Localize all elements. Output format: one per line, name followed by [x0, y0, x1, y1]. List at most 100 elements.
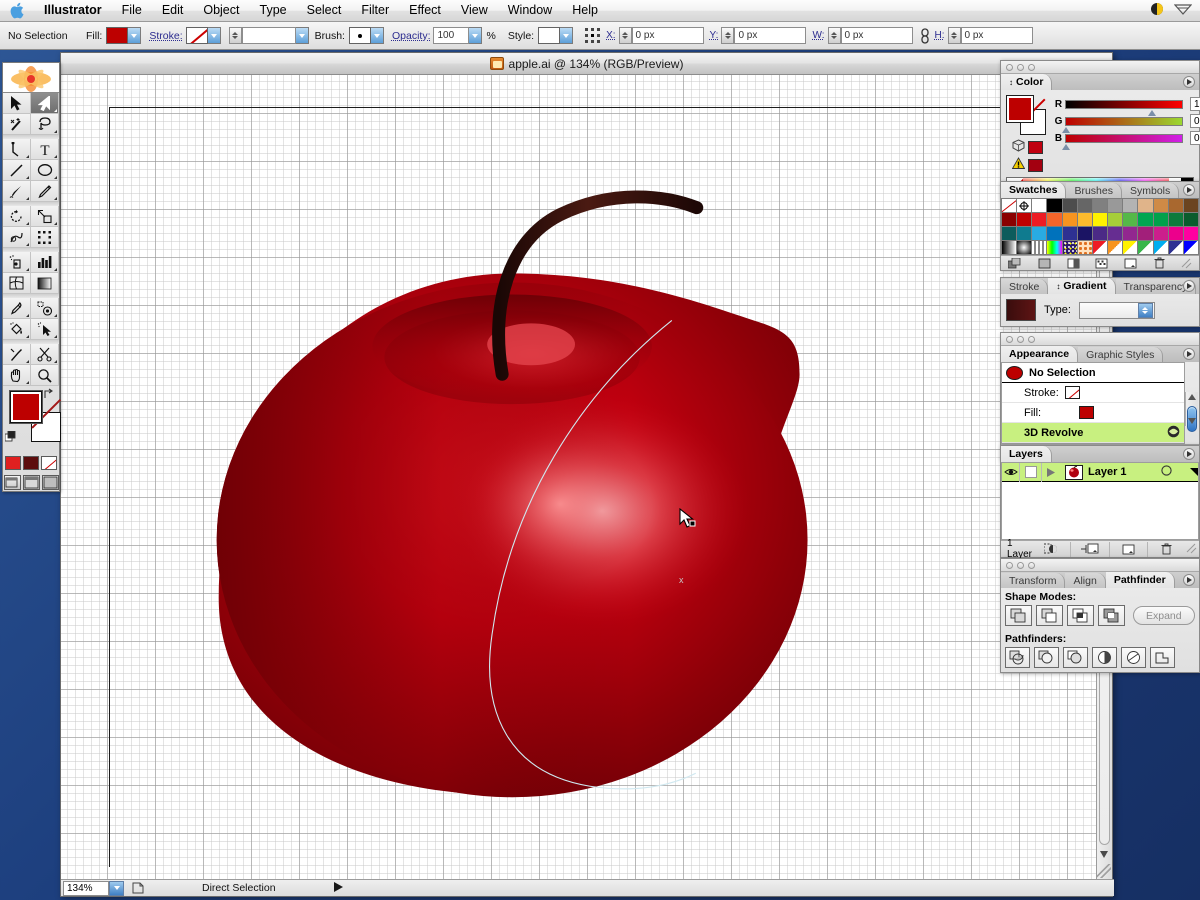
appearance-row-no-selection[interactable]: No Selection [1002, 363, 1184, 383]
appearance-list[interactable]: No Selection Stroke: Fill: 3D Revolve [1001, 362, 1185, 444]
w-field[interactable]: 0 px [840, 27, 913, 44]
add-to-shape-area-button[interactable] [1005, 605, 1032, 626]
stroke-dropdown-arrow[interactable] [207, 27, 221, 44]
direct-selection-tool[interactable] [31, 93, 59, 114]
swatch-teal[interactable] [1017, 227, 1032, 240]
delete-swatch-button[interactable] [1152, 257, 1168, 269]
zoom-level-field[interactable]: 134% [63, 880, 109, 896]
slice-tool[interactable] [3, 344, 31, 365]
tab-layers[interactable]: Layers [1001, 446, 1052, 462]
b-slider-track[interactable] [1062, 133, 1183, 150]
tab-align[interactable]: Align [1065, 573, 1106, 588]
gradient-type-select[interactable] [1078, 301, 1155, 319]
gradient-type-select-arrows[interactable] [1137, 302, 1153, 318]
full-screen-with-menu-mode-button[interactable] [22, 475, 40, 490]
g-slider-thumb[interactable] [1062, 126, 1070, 133]
color-fill-swatch[interactable] [1006, 95, 1034, 123]
swatch-gradient-red[interactable] [1092, 241, 1108, 254]
pathfinder-palette-menu-button[interactable] [1183, 574, 1195, 586]
stroke-swatch-none[interactable] [185, 27, 208, 44]
selection-tool[interactable] [3, 93, 31, 114]
swatch-black[interactable] [1047, 199, 1062, 212]
brush-control[interactable] [348, 27, 384, 44]
opacity-control[interactable]: 100 [433, 27, 483, 44]
swatch-plum[interactable] [1138, 227, 1153, 240]
swatch-dark-brown[interactable] [1183, 199, 1198, 212]
trim-button[interactable] [1034, 647, 1059, 668]
document-title-bar[interactable]: apple.ai @ 134% (RGB/Preview) [61, 53, 1112, 75]
swatch-yellow-green[interactable] [1108, 213, 1123, 226]
tab-symbols[interactable]: Symbols [1121, 183, 1180, 198]
x-stepper[interactable] [618, 27, 632, 44]
stroke-weight-field[interactable] [241, 27, 296, 44]
appearance-scroll-down[interactable] [1186, 418, 1198, 424]
appearance-row-3d-revolve[interactable]: 3D Revolve [1002, 423, 1184, 443]
color-fill-stroke-proxy[interactable] [1006, 95, 1048, 137]
tab-graphic-styles[interactable]: Graphic Styles [1078, 347, 1164, 362]
warp-tool[interactable] [3, 227, 31, 248]
layer-visibility-eye-icon[interactable] [1002, 462, 1020, 482]
mesh-tool[interactable] [3, 273, 31, 294]
swatch-gradient-stripes[interactable] [1032, 241, 1047, 254]
b-value-field[interactable]: 0 [1190, 131, 1200, 145]
in-gamut-color-swatch[interactable] [1027, 158, 1043, 172]
swatch-pattern-floral[interactable] [1077, 241, 1092, 254]
column-graph-tool[interactable] [31, 252, 59, 273]
fill-swatch[interactable] [106, 27, 129, 44]
swatch-teal-dark[interactable] [1002, 227, 1017, 240]
menu-file[interactable]: File [112, 0, 152, 22]
close-window-dot[interactable] [1006, 561, 1013, 569]
ellipse-tool[interactable] [31, 160, 59, 181]
swatch-red-deep[interactable] [1017, 213, 1032, 226]
layer-expand-triangle-icon[interactable] [1042, 463, 1060, 482]
swatch-violet[interactable] [1092, 227, 1108, 240]
merge-button[interactable] [1063, 647, 1088, 668]
swatch-gradient-rainbow[interactable] [1047, 241, 1062, 254]
appearance-row-stroke[interactable]: Stroke: [1002, 383, 1184, 403]
brush-dropdown-arrow[interactable] [370, 27, 384, 44]
stroke-label[interactable]: Stroke: [149, 30, 182, 42]
y-label[interactable]: Y: [710, 30, 719, 41]
b-slider-thumb[interactable] [1062, 143, 1070, 150]
y-stepper[interactable] [721, 27, 735, 44]
swatch-cyan[interactable] [1032, 227, 1047, 240]
tab-appearance[interactable]: Appearance [1001, 346, 1079, 362]
swatch-options-button[interactable] [1094, 257, 1110, 269]
layer-name-label[interactable]: Layer 1 [1088, 466, 1127, 478]
link-chain-icon[interactable] [920, 27, 929, 44]
gradient-palette-menu-button[interactable] [1183, 280, 1195, 292]
lasso-tool[interactable] [31, 114, 59, 135]
standard-screen-mode-button[interactable] [3, 475, 21, 490]
swatch-gradient-indigo[interactable] [1183, 241, 1198, 254]
swatch-hot-pink[interactable] [1183, 227, 1198, 240]
outline-button[interactable] [1121, 647, 1146, 668]
swatch-registration[interactable] [1017, 199, 1032, 212]
layer-target-circle-icon[interactable] [1161, 465, 1172, 479]
tab-swatches[interactable]: Swatches [1001, 182, 1067, 198]
swatch-forest-green[interactable] [1183, 213, 1198, 226]
stroke-weight-stepper[interactable] [228, 27, 242, 44]
swatch-red-orange[interactable] [1047, 213, 1062, 226]
stroke-color-control[interactable] [185, 27, 221, 44]
zoom-tool[interactable] [31, 365, 59, 386]
show-list-view-button[interactable] [1036, 257, 1052, 269]
swatch-green2[interactable] [1153, 213, 1168, 226]
menu-type[interactable]: Type [250, 0, 297, 22]
zoom-level-dropdown[interactable] [109, 880, 124, 896]
scroll-down-button[interactable] [1097, 847, 1111, 861]
new-swatch-button[interactable] [1123, 257, 1139, 269]
swatches-resize-grip[interactable] [1180, 257, 1192, 269]
zoom-window-dot[interactable] [1028, 335, 1035, 343]
menu-illustrator[interactable]: Illustrator [34, 0, 112, 22]
none-mode-button[interactable] [41, 456, 57, 470]
new-color-group-button[interactable] [1065, 257, 1081, 269]
swatch-red[interactable] [1032, 213, 1047, 226]
menu-view[interactable]: View [451, 0, 498, 22]
default-fill-stroke-icon[interactable] [4, 430, 17, 446]
appearance-stroke-swatch-none[interactable] [1064, 386, 1080, 399]
r-value-field[interactable]: 189 [1190, 97, 1200, 111]
delete-layer-button[interactable] [1148, 542, 1185, 557]
swatch-magenta-purple[interactable] [1123, 227, 1138, 240]
swatch-light-brown[interactable] [1153, 199, 1168, 212]
g-slider-track[interactable] [1062, 116, 1183, 133]
